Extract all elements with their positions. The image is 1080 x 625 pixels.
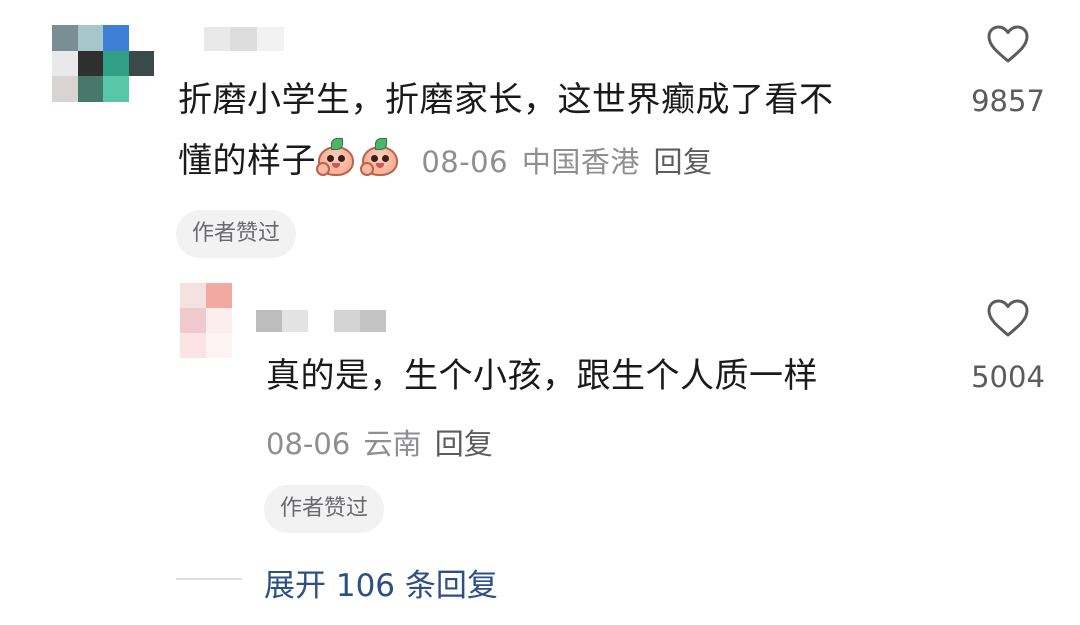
- reply-avatar[interactable]: [180, 283, 232, 358]
- comment-location: 中国香港: [521, 145, 640, 179]
- reply-meta: 08-06 云南 回复: [266, 421, 493, 463]
- heart-outline-icon[interactable]: [986, 24, 1030, 64]
- reply-author-liked-badge: 作者赞过: [264, 485, 385, 533]
- commenter-avatar[interactable]: [52, 25, 154, 102]
- comment-line-1: 折磨小学生，折磨家长，这世界癫成了看不: [178, 80, 834, 120]
- expand-divider: [176, 578, 242, 580]
- reply-location: 云南: [363, 427, 422, 461]
- comment-date: 08-06: [421, 145, 509, 179]
- comment-line-2-text: 懂的样子: [178, 141, 316, 181]
- reply-date: 08-06: [266, 427, 351, 461]
- comment-meta: 08-06 中国香港 回复: [421, 145, 712, 179]
- reply-button[interactable]: 回复: [654, 145, 713, 179]
- reply-text: 真的是，生个小孩，跟生个人质一样: [266, 356, 818, 396]
- reply-username[interactable]: [256, 310, 386, 332]
- commenter-username[interactable]: [204, 27, 284, 51]
- reply-reply-button[interactable]: 回复: [435, 427, 493, 461]
- comment-text: 折磨小学生，折磨家长，这世界癫成了看不 懂的样子 08-06 中国香港 回复: [178, 70, 948, 193]
- comment-like-count: 9857: [971, 84, 1045, 118]
- blush-face-emoji-icon: [360, 138, 400, 178]
- author-liked-badge: 作者赞过: [176, 210, 297, 258]
- expand-replies-link[interactable]: 展开 106 条回复: [264, 560, 498, 605]
- blush-face-emoji-icon: [316, 138, 356, 178]
- heart-outline-icon[interactable]: [986, 298, 1030, 338]
- reply-like-count: 5004: [971, 360, 1045, 394]
- comment-line-2: 懂的样子 08-06 中国香港 回复: [178, 131, 948, 193]
